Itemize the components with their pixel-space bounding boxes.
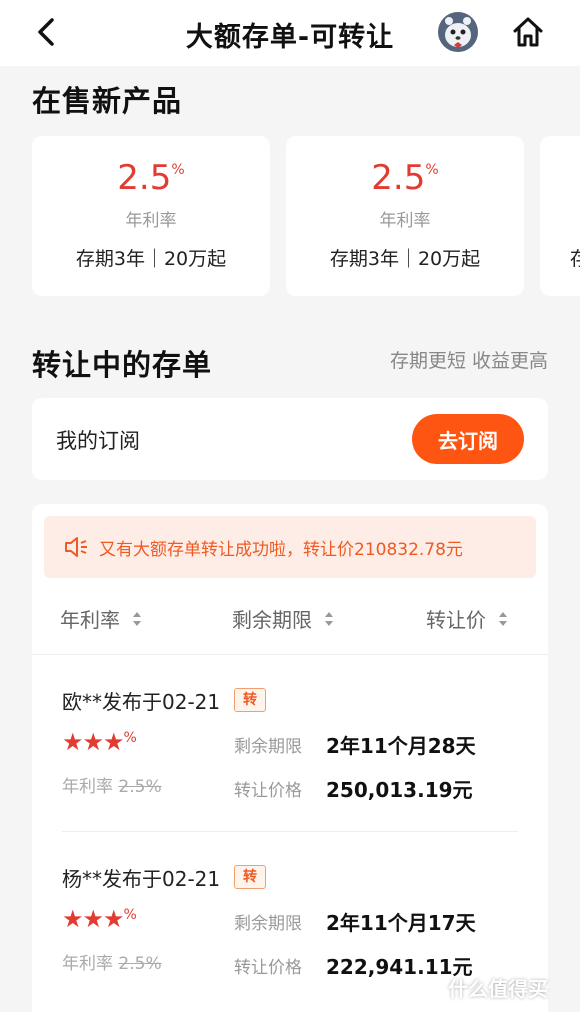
transfer-tag: 转	[234, 688, 266, 712]
product-card-partial[interactable]: 存	[540, 136, 580, 296]
notice-banner[interactable]: 又有大额存单转让成功啦，转让价210832.78元	[44, 516, 536, 578]
original-rate: 年利率 2.5%	[62, 777, 162, 797]
product-card[interactable]: 2.5% 年利率 存期3年｜20万起	[32, 136, 270, 296]
product-term: 存期3年｜20万起	[329, 248, 481, 270]
top-nav-bar: 大额存单-可转让	[0, 0, 580, 66]
column-header-remaining: 剩余期限	[232, 608, 312, 632]
home-icon[interactable]	[510, 14, 546, 50]
remaining-label: 剩余期限	[234, 914, 302, 934]
remaining-value: 2年11个月17天	[326, 911, 476, 935]
price-label: 转让价格	[234, 781, 302, 801]
section-title-new-products: 在售新产品	[32, 84, 183, 118]
product-card[interactable]: 2.5% 年利率 存期3年｜20万起	[286, 136, 524, 296]
product-rate-label: 年利率	[379, 211, 431, 231]
column-header-price: 转让价	[426, 608, 486, 632]
notice-text: 又有大额存单转让成功啦，转让价210832.78元	[99, 540, 463, 560]
speaker-icon	[65, 537, 87, 557]
product-rate-unit: %	[171, 162, 185, 178]
transfer-list-card: 又有大额存单转让成功啦，转让价210832.78元 年利率 剩余期限 转让价 欧…	[32, 504, 548, 1012]
watermark: 什么值得买	[412, 970, 548, 1004]
mascot-avatar-icon	[438, 12, 478, 52]
sort-icon	[499, 611, 507, 626]
chevron-left-icon[interactable]	[30, 14, 66, 50]
section-title-transfer: 转让中的存单	[32, 348, 213, 382]
product-carousel[interactable]: 2.5% 年利率 存期3年｜20万起 2.5% 年利率 存期3年｜20万起 存	[32, 136, 580, 296]
divider	[62, 831, 518, 832]
listing-item[interactable]: 欧**发布于02-21 转 ★★★% 年利率 2.5% 剩余期限 2年11个月2…	[32, 656, 548, 832]
masked-rate: ★★★%	[62, 905, 137, 933]
product-rate: 2.5	[117, 158, 172, 198]
product-rate: 2.5	[371, 158, 426, 198]
page-title: 大额存单-可转让	[185, 22, 395, 53]
avatar[interactable]	[438, 12, 478, 52]
divider	[32, 654, 548, 655]
sort-by-rate[interactable]: 年利率	[60, 604, 142, 633]
original-rate: 年利率 2.5%	[62, 954, 162, 974]
remaining-label: 剩余期限	[234, 737, 302, 757]
price-label: 转让价格	[234, 958, 302, 978]
masked-rate: ★★★%	[62, 728, 137, 756]
column-header-rate: 年利率	[60, 608, 120, 632]
smzdm-logo-icon	[412, 973, 440, 1001]
remaining-value: 2年11个月28天	[326, 734, 476, 758]
product-rate-label: 年利率	[125, 211, 177, 231]
my-subscription-label: 我的订阅	[56, 429, 140, 453]
sort-icon	[133, 611, 141, 626]
product-term: 存	[570, 248, 580, 270]
sort-icon	[325, 611, 333, 626]
section-subtitle: 存期更短 收益更高	[389, 350, 548, 372]
sort-by-remaining[interactable]: 剩余期限	[232, 604, 334, 633]
subscribe-button[interactable]: 去订阅	[412, 414, 524, 464]
sort-by-price[interactable]: 转让价	[426, 604, 508, 633]
listing-title: 欧**发布于02-21	[62, 690, 221, 714]
subscription-card: 我的订阅 去订阅	[32, 398, 548, 480]
product-term: 存期3年｜20万起	[75, 248, 227, 270]
price-value: 250,013.19元	[326, 778, 473, 802]
listing-title: 杨**发布于02-21	[62, 867, 221, 891]
watermark-text: 什么值得买	[448, 976, 548, 1001]
transfer-tag: 转	[234, 865, 266, 889]
product-rate-unit: %	[425, 162, 439, 178]
